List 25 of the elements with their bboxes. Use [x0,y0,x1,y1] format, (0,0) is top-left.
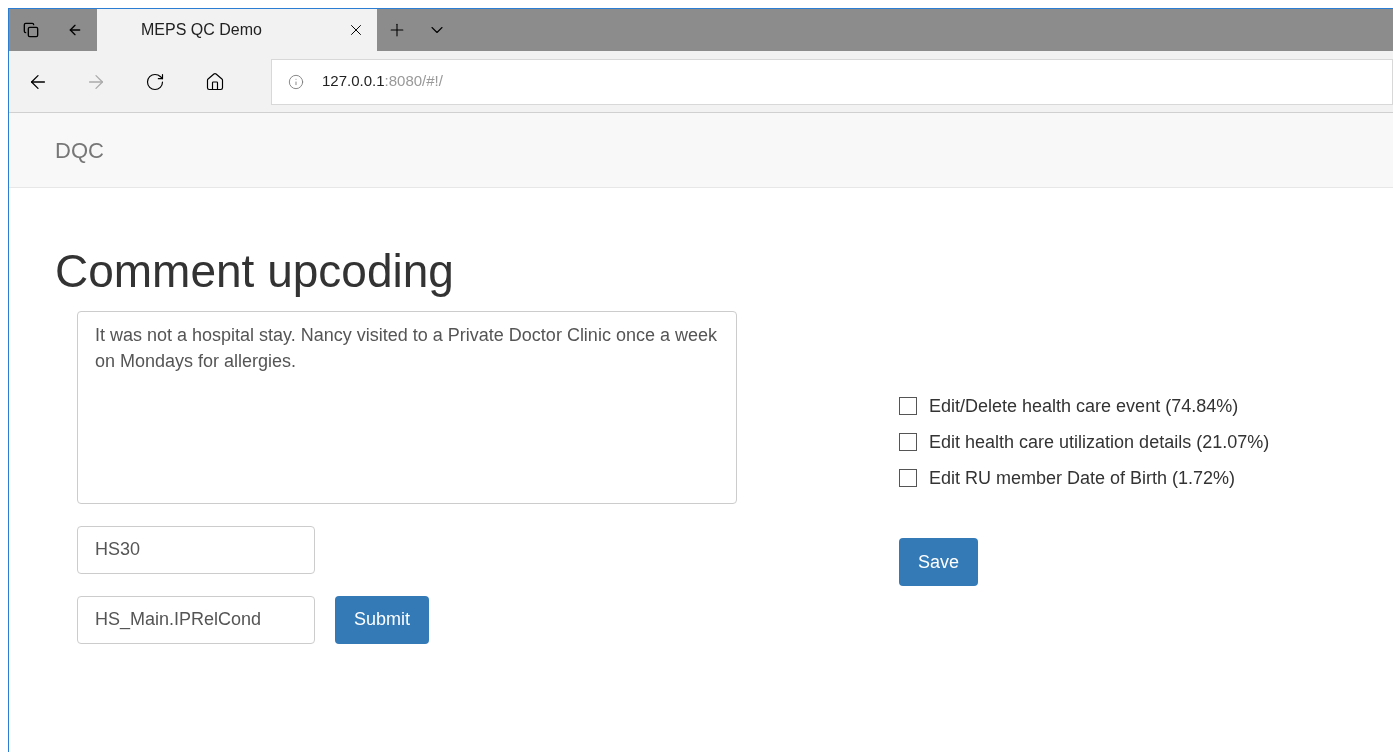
option-label: Edit health care utilization details (21.07%) [929,430,1270,454]
comment-field[interactable]: It was not a hospital stay. Nancy visited to a Private Doctor Clinic once a week on Mondays for allergies. [77,310,737,504]
option-label: Edit/Delete health care event (74.84%) [929,394,1239,418]
url-host: 127.0.0.1 [322,71,385,92]
option-checkbox[interactable]: Edit/Delete health care event (74.84%) [899,388,1270,424]
refresh-icon [145,71,165,92]
info-icon[interactable] [288,73,304,90]
checkbox[interactable] [899,433,917,451]
address-bar[interactable]: 127.0.0.1:8080/#!/ [271,58,1393,105]
page-heading: Comment upcoding [55,246,455,297]
tab-title: MEPS QC Demo [141,20,262,40]
tabs-icon [23,22,39,38]
checkbox[interactable] [899,397,917,415]
checkbox[interactable] [899,469,917,487]
submit-button[interactable]: Submit [335,595,430,644]
home-icon [205,71,225,92]
url-path: :8080/#!/ [384,71,443,92]
save-button[interactable]: Save [899,538,979,586]
browser-tab[interactable]: MEPS QC Demo [97,9,377,51]
code-field[interactable]: HS30 [77,525,315,574]
option-checkbox[interactable]: Edit RU member Date of Birth (1.72%) [899,460,1270,496]
variable-field[interactable]: HS_Main.IPRelCond [77,595,315,644]
brand-link[interactable]: DQC [55,133,104,167]
option-checkbox[interactable]: Edit health care utilization details (21.07%) [899,424,1270,460]
option-label: Edit RU member Date of Birth (1.72%) [929,466,1236,490]
